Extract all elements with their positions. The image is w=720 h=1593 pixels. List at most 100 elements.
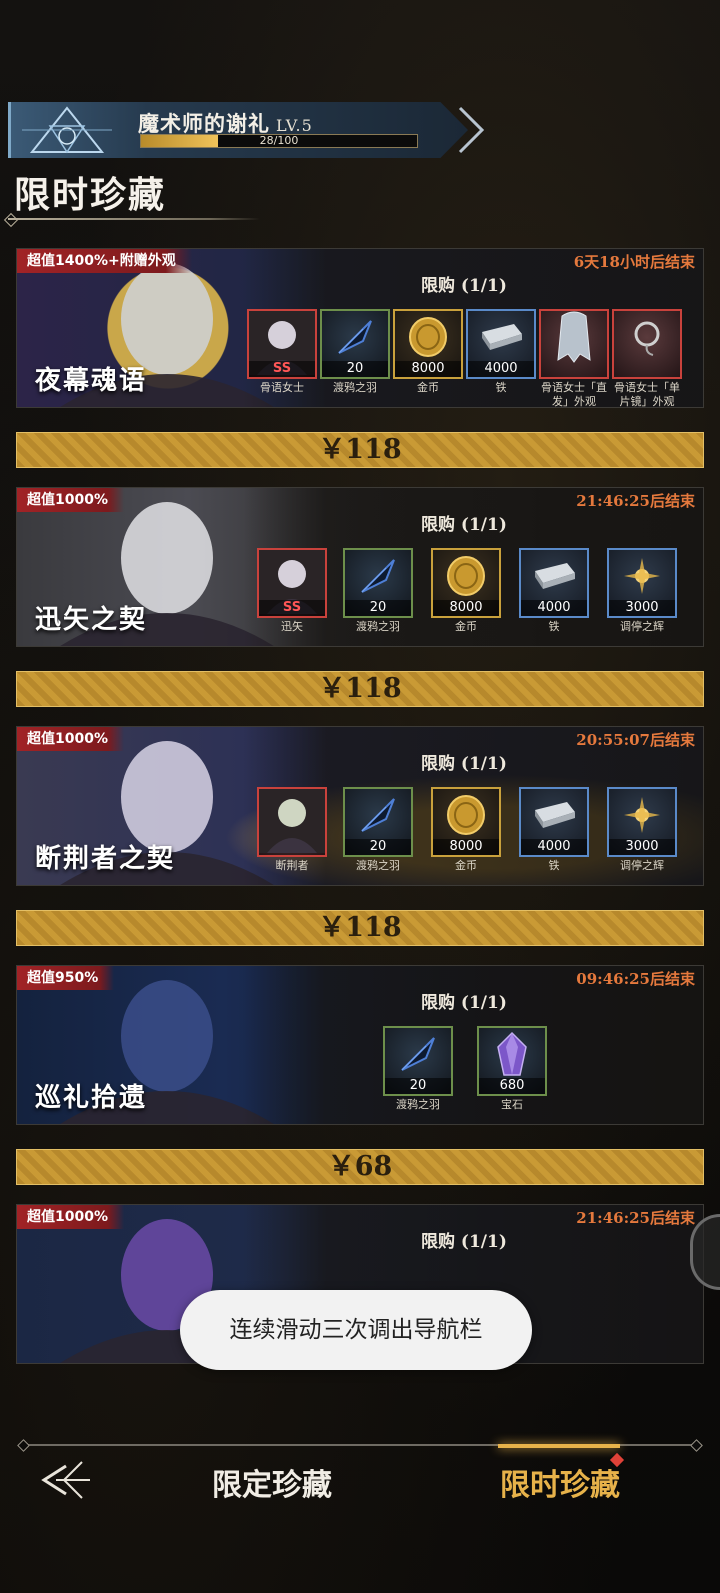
reward-item[interactable]: 骨语女士「直发」外观 — [539, 309, 609, 408]
reward-item[interactable]: 20 渡鸦之羽 — [343, 787, 413, 873]
offer-art: 超值1400%+附赠外观 6天18小时后结束 限购 (1/1) 夜幕魂语 SS 骨语女士 2… — [16, 248, 704, 408]
title-divider — [8, 218, 260, 220]
reward-item[interactable]: 20 渡鸦之羽 — [320, 309, 390, 395]
reward-item-frame: 3000 — [607, 548, 677, 618]
reward-item-frame: 4000 — [466, 309, 536, 379]
reward-item[interactable]: SS 骨语女士 — [247, 309, 317, 395]
reward-name: 宝石 — [501, 1098, 523, 1111]
purchase-limit: 限购 (1/1) — [421, 754, 507, 774]
buy-price-button[interactable]: ￥118 — [16, 432, 704, 468]
level-label: LV.5 — [276, 116, 313, 135]
reward-item-frame — [257, 787, 327, 857]
value-badge: 超值1000% — [17, 1205, 124, 1229]
reward-item[interactable]: 4000 铁 — [519, 548, 589, 634]
reward-name: 渡鸦之羽 — [333, 381, 377, 394]
offer-art: 超值950% 09:46:25后结束限购 (1/1) 巡礼拾遗 20 渡鸦之羽 680 宝石 — [16, 965, 704, 1125]
reward-item[interactable]: SS 迅矢 — [257, 548, 327, 634]
reward-name: 骨语女士「直发」外观 — [541, 381, 607, 408]
gold-coin-icon — [444, 554, 488, 602]
reward-quantity: 4000 — [521, 839, 587, 855]
iron-ingot-icon — [529, 559, 579, 597]
offer-timer: 20:55:07后结束 — [576, 731, 695, 749]
reward-item-frame: 20 — [383, 1026, 453, 1096]
reward-item[interactable]: 4000 铁 — [466, 309, 536, 395]
raven-feather-icon — [333, 315, 377, 363]
reward-item-frame: 20 — [343, 548, 413, 618]
buy-price-button[interactable]: ￥118 — [16, 910, 704, 946]
triangle-emblem-icon — [22, 106, 112, 154]
purchase-limit: 限购 (1/1) — [421, 276, 507, 296]
reward-item[interactable]: 骨语女士「单片镜」外观 — [612, 309, 682, 408]
reward-item-frame: 3000 — [607, 787, 677, 857]
reward-item-frame: 8000 — [431, 548, 501, 618]
reward-name: 渡鸦之羽 — [356, 620, 400, 633]
offer-name: 巡礼拾遗 — [35, 1083, 148, 1113]
reward-item-frame: 8000 — [393, 309, 463, 379]
banner-chevron-icon — [458, 106, 485, 154]
reward-item-frame: 20 — [320, 309, 390, 379]
gold-coin-icon — [406, 315, 450, 363]
buy-price-button[interactable]: ￥118 — [16, 671, 704, 707]
tab-timed-collection[interactable]: 限时珍藏 — [500, 1460, 620, 1504]
reward-item[interactable]: 8000 金币 — [393, 309, 463, 395]
reward-name: 迅矢 — [281, 620, 303, 633]
reward-name: 铁 — [548, 620, 560, 633]
offer-timer: 09:46:25后结束 — [576, 970, 695, 988]
reward-item[interactable]: 20 渡鸦之羽 — [343, 548, 413, 634]
purchase-limit: 限购 (1/1) — [421, 1232, 507, 1252]
purchase-limit: 限购 (1/1) — [421, 993, 507, 1013]
reward-item-frame: 20 — [343, 787, 413, 857]
reward-item-frame: 8000 — [431, 787, 501, 857]
reward-quantity: 20 — [322, 361, 388, 377]
level-banner[interactable]: 魔术师的谢礼 LV.5 28/100 — [8, 102, 486, 158]
reward-quantity: 8000 — [433, 839, 499, 855]
radiance-icon — [622, 556, 662, 600]
reward-name: 渡鸦之羽 — [396, 1098, 440, 1111]
offer-timer: 21:46:25后结束 — [576, 492, 695, 510]
raven-feather-icon — [396, 1032, 440, 1080]
offer-timer: 21:46:25后结束 — [576, 1209, 695, 1227]
reward-name: 断荆者 — [275, 859, 309, 872]
page-title: 限时珍藏 — [14, 174, 167, 216]
active-tab-indicator — [498, 1444, 620, 1448]
reward-name: 骨语女士「单片镜」外观 — [614, 381, 680, 408]
reward-name: 渡鸦之羽 — [356, 859, 400, 872]
reward-quantity: SS — [259, 600, 325, 616]
reward-quantity: 20 — [385, 1078, 451, 1094]
reward-quantity: 8000 — [433, 600, 499, 616]
reward-item[interactable]: 断荆者 — [257, 787, 327, 873]
reward-quantity: 3000 — [609, 600, 675, 616]
value-badge: 超值1000% — [17, 727, 124, 751]
value-badge: 超值950% — [17, 966, 115, 990]
tab-limited-collection[interactable]: 限定珍藏 — [212, 1460, 332, 1504]
reward-item[interactable]: 3000 调停之辉 — [607, 548, 677, 634]
reward-item-frame — [539, 309, 609, 379]
reward-item[interactable]: 20 渡鸦之羽 — [383, 1026, 453, 1112]
raven-feather-icon — [356, 554, 400, 602]
back-icon[interactable] — [36, 1458, 92, 1502]
reward-item[interactable]: 8000 金币 — [431, 787, 501, 873]
reward-item[interactable]: 8000 金币 — [431, 548, 501, 634]
exp-progress-text: 28/100 — [259, 134, 299, 147]
monocle-icon — [627, 317, 667, 361]
reward-quantity: 4000 — [468, 361, 534, 377]
radiance-icon — [622, 795, 662, 839]
reward-item[interactable]: 3000 调停之辉 — [607, 787, 677, 873]
elf-portrait-icon — [259, 789, 325, 855]
reward-item[interactable]: 4000 铁 — [519, 787, 589, 873]
iron-ingot-icon — [529, 798, 579, 836]
offer-art: 超值1000% 20:55:07后结束 限购 (1/1) 断荆者之契 断荆者 20 渡鸦之羽… — [16, 726, 704, 886]
reward-quantity: 20 — [345, 839, 411, 855]
gem-icon — [494, 1031, 530, 1081]
reward-quantity: SS — [249, 361, 315, 377]
buy-price-button[interactable]: ￥68 — [16, 1149, 704, 1185]
reward-quantity: 8000 — [395, 361, 461, 377]
reward-item-frame: SS — [257, 548, 327, 618]
reward-quantity: 3000 — [609, 839, 675, 855]
reward-quantity: 680 — [479, 1078, 545, 1094]
reward-item[interactable]: 680 宝石 — [477, 1026, 547, 1112]
reward-name: 金币 — [417, 381, 439, 394]
reward-name: 调停之辉 — [620, 620, 664, 633]
value-badge: 超值1400%+附赠外观 — [17, 249, 192, 273]
toast-message: 连续滑动三次调出导航栏 — [180, 1290, 532, 1370]
